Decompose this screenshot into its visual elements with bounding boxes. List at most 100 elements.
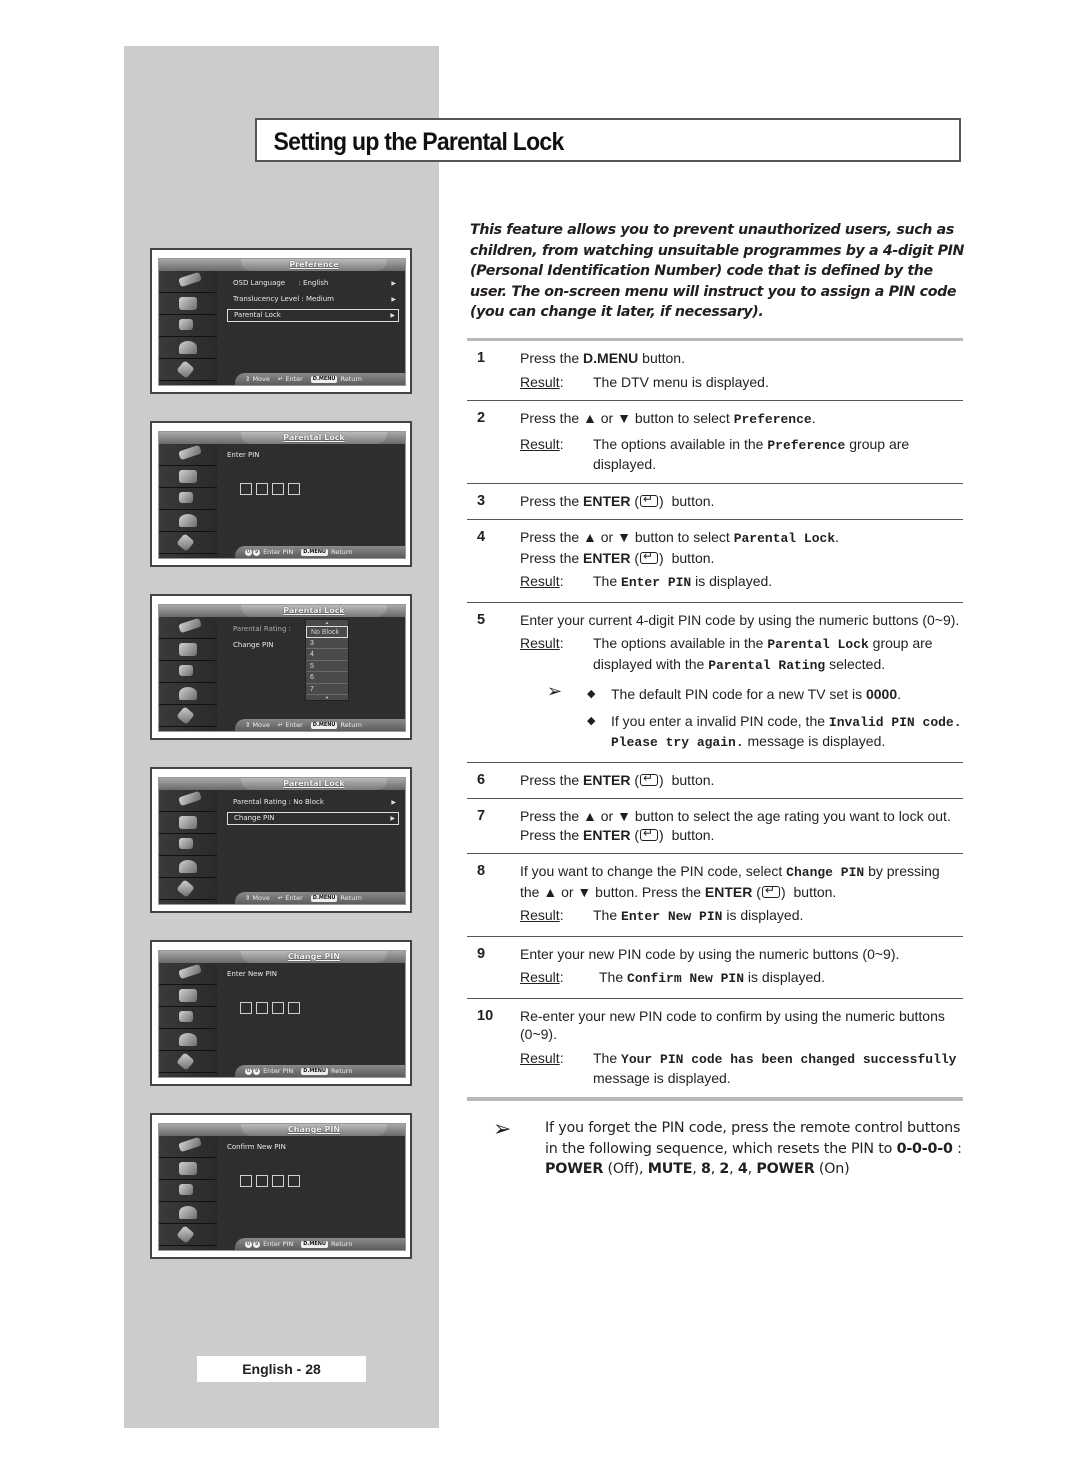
dropdown-option[interactable]: 6 xyxy=(306,672,348,684)
dropdown-option[interactable]: No Block xyxy=(306,626,348,638)
button-name: ENTER xyxy=(583,549,631,566)
step-text: Enter your new PIN code by using the num… xyxy=(520,945,900,962)
step-text: . xyxy=(835,529,840,545)
pin-entry[interactable] xyxy=(240,482,304,500)
step-number: 8 xyxy=(477,863,486,879)
number-button-icon: 0 xyxy=(245,549,252,556)
result-text-part: The xyxy=(599,969,628,985)
osd-title: Change PIN xyxy=(241,1124,387,1136)
rating-dropdown[interactable]: ▲ No Block 3 4 5 6 7 ▼ xyxy=(305,619,349,701)
osd-menu-item[interactable]: Translucency Level : Medium ▶ xyxy=(227,293,399,306)
osd-menu-item[interactable]: Parental Lock ▶ xyxy=(227,309,399,322)
dropdown-option[interactable]: 3 xyxy=(306,638,348,649)
pin-digit-box[interactable] xyxy=(256,483,268,495)
result-text: The options available in the Parental Lo… xyxy=(593,634,963,675)
osd-menu-label: Parental Rating : xyxy=(233,625,292,633)
move-arrows-icon: ⇕ xyxy=(245,375,251,383)
osd-sidebar-item xyxy=(159,661,217,683)
pin-entry[interactable] xyxy=(240,1174,304,1192)
tv-screen-2: Parental Lock Enter PIN 0 9 Enter PIN D.MENU… xyxy=(150,421,412,567)
step-9: 9 Enter your new PIN code by using the n… xyxy=(467,937,963,999)
pin-digit-box[interactable] xyxy=(256,1175,268,1187)
osd-menu-label: Change PIN xyxy=(233,641,274,649)
step-text: If you want to change the PIN code, sele… xyxy=(520,863,787,879)
pin-digit-box[interactable] xyxy=(288,1175,300,1187)
result-text-part: The xyxy=(593,573,622,589)
osd-menu-item[interactable]: Change PIN ▶ xyxy=(227,812,399,825)
note-bullet: The default PIN code for a new TV set is… xyxy=(587,685,963,704)
osd-sidebar-item xyxy=(159,466,217,488)
osd-title: Parental Lock xyxy=(241,432,387,444)
result-row: Result: The Enter PIN is displayed. xyxy=(520,572,963,593)
osd-sidebar-item xyxy=(159,617,217,639)
osd-prompt: Enter New PIN xyxy=(227,970,278,978)
setup-icon xyxy=(179,687,197,700)
osd-footer: ⇕ Move ↵ Enter D.MENU Return xyxy=(235,892,405,904)
osd-sidebar xyxy=(159,790,217,904)
osd-sidebar xyxy=(159,1136,217,1250)
dropdown-option[interactable]: 5 xyxy=(306,661,348,672)
osd-title: Change PIN xyxy=(241,951,387,963)
osd-footer: ⇕ Move ↵ Enter D.MENU Return xyxy=(235,373,405,385)
reset-pin: 0-0-0-0 xyxy=(896,1140,953,1157)
chevron-right-icon: ▶ xyxy=(391,799,396,806)
osd-footer-label: Move xyxy=(252,375,270,383)
scroll-down-icon[interactable]: ▼ xyxy=(306,695,348,701)
preference-icon xyxy=(176,706,195,725)
osd-footer-label: Return xyxy=(330,1240,353,1248)
setup-icon xyxy=(179,1206,197,1219)
step-number: 9 xyxy=(477,945,486,962)
tv-screen-4: Parental Lock Parental Rating : No Block ▶… xyxy=(150,767,412,913)
pin-digit-box[interactable] xyxy=(288,1002,300,1014)
dropdown-option[interactable]: 7 xyxy=(306,684,348,695)
program-icon xyxy=(178,790,202,807)
pin-digit-box[interactable] xyxy=(272,1175,284,1187)
osd-menu-label: Parental Rating : No Block xyxy=(233,798,324,806)
step-number: 3 xyxy=(477,492,486,509)
result-row: Result: The options available in the Pre… xyxy=(520,435,963,474)
default-pin: 0000 xyxy=(865,686,898,702)
osd-menu-item[interactable]: Parental Rating : No Block ▶ xyxy=(227,796,399,809)
osd-sidebar-item xyxy=(159,488,217,510)
step-text: button. xyxy=(667,771,715,788)
tv-screen-1: Preference OSD Language : English ▶ Translu… xyxy=(150,248,412,394)
sound-icon xyxy=(179,643,197,656)
enter-icon xyxy=(640,549,659,564)
result-row: Result: The options available in the Par… xyxy=(520,634,963,675)
note-arrow-icon: ➢ xyxy=(493,1116,512,1141)
result-text: The Enter PIN is displayed. xyxy=(593,572,963,593)
pin-digit-box[interactable] xyxy=(240,1002,252,1014)
pin-digit-box[interactable] xyxy=(288,483,300,495)
result-label: Result xyxy=(520,435,560,452)
chevron-right-icon: ▶ xyxy=(391,296,396,303)
pin-digit-box[interactable] xyxy=(256,1002,268,1014)
program-icon xyxy=(178,271,202,288)
pin-entry[interactable] xyxy=(240,1001,304,1019)
dropdown-option[interactable]: 4 xyxy=(306,649,348,661)
osd-screen: Parental Lock Enter PIN 0 9 Enter PIN D.MENU… xyxy=(158,431,406,559)
step-3: 3 Press the ENTER () button. xyxy=(467,484,963,520)
result-text: The DTV menu is displayed. xyxy=(593,373,769,390)
step-1: 1 Press the D.MENU button. Result: The D… xyxy=(467,341,963,401)
pin-digit-box[interactable] xyxy=(240,1175,252,1187)
intro-paragraph: This feature allows you to prevent unaut… xyxy=(470,222,965,320)
osd-menu-label: Translucency Level : Medium xyxy=(233,295,334,303)
pin-digit-box[interactable] xyxy=(240,483,252,495)
pin-digit-box[interactable] xyxy=(272,1002,284,1014)
osd-menu-label: OSD Language : English xyxy=(233,279,329,287)
note-text: The default PIN code for a new TV set is xyxy=(611,686,866,702)
osd-menu-item[interactable]: OSD Language : English ▶ xyxy=(227,277,399,290)
remote-button-name: 4 xyxy=(737,1161,748,1177)
menu-item-code: Preference xyxy=(767,437,846,453)
osd-sidebar-item xyxy=(159,1029,217,1051)
step-number: 2 xyxy=(477,410,486,426)
enter-icon: ↵ xyxy=(277,375,284,383)
pin-digit-box[interactable] xyxy=(272,483,284,495)
enter-icon xyxy=(640,492,659,507)
tip-text-part: (On) xyxy=(814,1161,850,1177)
remote-button-name: 8 xyxy=(700,1161,711,1177)
osd-screen: Change PIN Confirm New PIN 0 9 Enter PIN D.M… xyxy=(158,1123,406,1251)
osd-footer-hint: D.MENU Return xyxy=(310,373,362,385)
osd-footer-hint: 09 Enter PIN xyxy=(245,546,293,558)
osd-title: Parental Lock xyxy=(241,778,387,790)
